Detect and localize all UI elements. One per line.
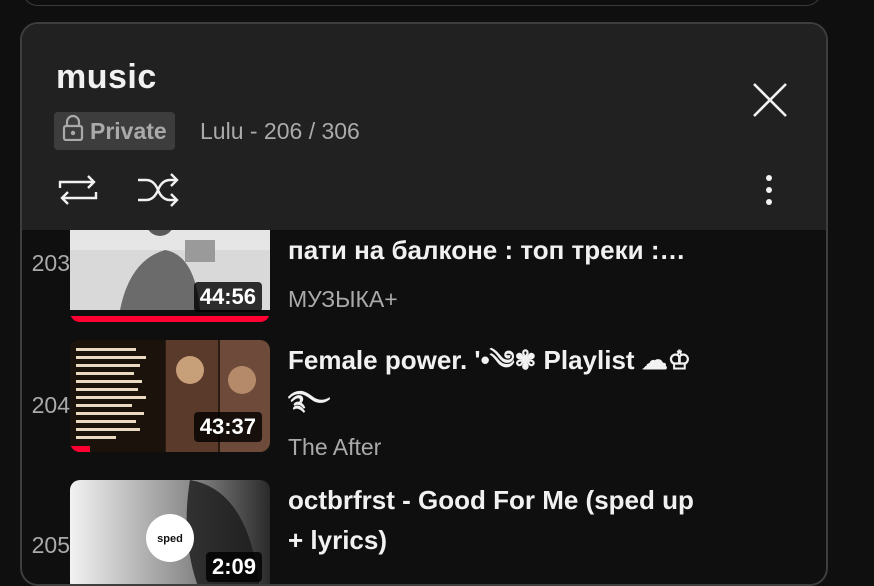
item-index: 203 [31, 250, 70, 276]
shuffle-icon[interactable] [136, 170, 180, 210]
watch-progress-bar [70, 446, 90, 452]
video-duration: 44:56 [193, 282, 262, 312]
watch-progress-bar [70, 316, 270, 322]
close-icon[interactable] [750, 80, 790, 120]
more-vert-icon[interactable] [758, 170, 780, 210]
thumbnail-logo-text: sped [157, 533, 183, 545]
playlist-item[interactable]: 205 sped 2:09 octbrfrst - Good For Me (s… [22, 480, 826, 584]
video-duration: 2:09 [205, 552, 262, 582]
video-thumbnail[interactable]: sped 2:09 [70, 480, 270, 584]
playlist-panel: 203 44:56 пати на балконе : топ треки :…… [20, 22, 828, 586]
video-title-line-2[interactable]: ࿐ [288, 380, 728, 420]
playlist-title[interactable]: music [56, 58, 157, 97]
item-index: 205 [31, 532, 70, 558]
playlist-header: music Private Lulu - 206 / 306 [22, 24, 826, 230]
item-index: 204 [31, 392, 70, 418]
privacy-label: Private [90, 117, 167, 144]
previous-panel-edge [22, 0, 822, 6]
channel-name[interactable]: The After [288, 434, 381, 461]
video-duration: 43:37 [193, 412, 262, 442]
video-thumbnail[interactable]: 43:37 [70, 340, 270, 452]
playlist-item[interactable]: 204 43:37 Female power. '•༄✾ Playlist ☁♔… [22, 340, 826, 470]
lock-icon [62, 114, 84, 147]
video-title[interactable]: пати на балконе : топ треки :… [288, 230, 728, 270]
loop-icon[interactable] [56, 170, 100, 210]
video-title-line-2[interactable]: + lyrics) [288, 520, 728, 560]
channel-name[interactable]: МУЗЫКА+ [288, 286, 398, 313]
privacy-badge: Private [54, 112, 175, 150]
video-title[interactable]: Female power. '•༄✾ Playlist ☁♔ [288, 340, 728, 380]
video-title[interactable]: octbrfrst - Good For Me (sped up [288, 480, 728, 520]
playlist-item[interactable]: 203 44:56 пати на балконе : топ треки :…… [22, 210, 826, 344]
playlist-meta: Lulu - 206 / 306 [200, 118, 360, 144]
